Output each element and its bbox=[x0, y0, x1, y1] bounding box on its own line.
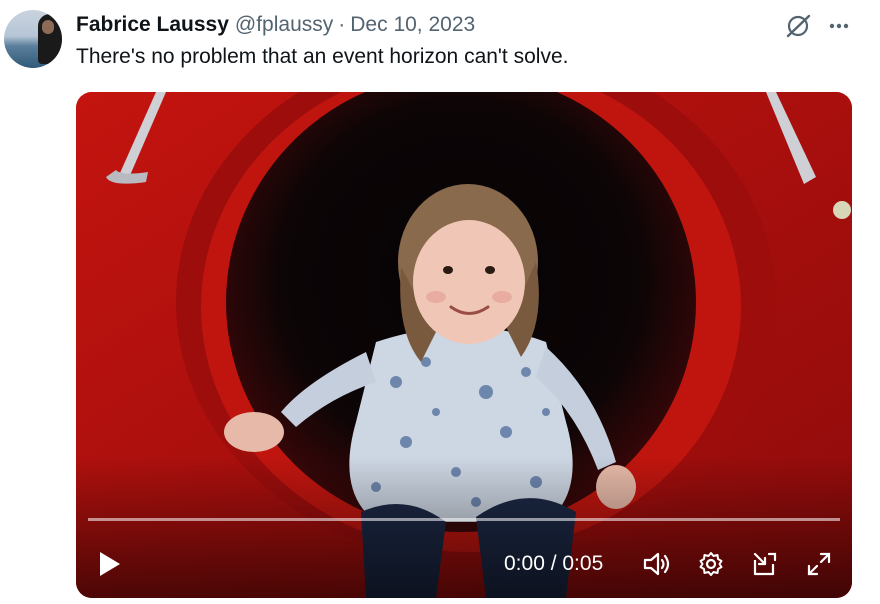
volume-icon[interactable] bbox=[640, 544, 674, 584]
video-time-display: 0:00 / 0:05 bbox=[504, 552, 604, 575]
tweet-date[interactable]: Dec 10, 2023 bbox=[350, 13, 475, 37]
author-avatar[interactable] bbox=[4, 10, 62, 68]
video-frame bbox=[76, 92, 852, 598]
grok-icon[interactable] bbox=[784, 12, 814, 40]
tweet-text: There's no problem that an event horizon… bbox=[76, 45, 569, 68]
video-player[interactable]: 0:00 / 0:05 bbox=[76, 92, 852, 598]
tweet-header: Fabrice Laussy @fplaussy · Dec 10, 2023 bbox=[76, 12, 475, 38]
fullscreen-icon[interactable] bbox=[802, 544, 836, 584]
more-icon[interactable] bbox=[825, 12, 855, 40]
header-separator: · bbox=[338, 13, 346, 36]
author-name[interactable]: Fabrice Laussy bbox=[76, 13, 229, 37]
author-handle[interactable]: @fplaussy bbox=[235, 13, 333, 37]
picture-in-picture-icon[interactable] bbox=[748, 544, 782, 584]
play-icon[interactable] bbox=[92, 544, 126, 584]
avatar-photo-face bbox=[42, 20, 54, 34]
video-progress-bar[interactable] bbox=[88, 518, 840, 521]
settings-icon[interactable] bbox=[694, 544, 728, 584]
